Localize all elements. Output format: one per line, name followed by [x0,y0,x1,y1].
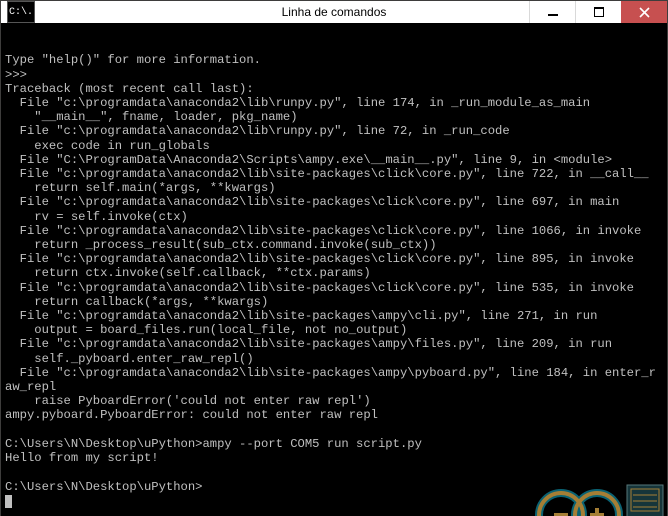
terminal-line: File "c:\programdata\anaconda2\lib\site-… [5,281,634,295]
terminal-line: File "c:\programdata\anaconda2\lib\site-… [5,309,597,323]
command-prompt-window: C:\. Linha de comandos Type "help()" for… [0,0,668,516]
terminal-line: self._pyboard.enter_raw_repl() [5,352,254,366]
terminal-line: return callback(*args, **kwargs) [5,295,268,309]
window-title: Linha de comandos [282,5,387,19]
terminal-line: exec code in run_globals [5,139,210,153]
terminal-line: return self.main(*args, **kwargs) [5,181,276,195]
terminal-line: C:\Users\N\Desktop\uPython>ampy --port C… [5,437,422,451]
terminal-line: return _process_result(sub_ctx.command.i… [5,238,437,252]
close-button[interactable] [621,1,667,23]
terminal-output[interactable]: Type "help()" for more information. >>> … [1,23,667,516]
terminal-line: File "c:\programdata\anaconda2\lib\site-… [5,337,612,351]
terminal-line: File "c:\programdata\anaconda2\lib\site-… [5,224,641,238]
terminal-line: File "c:\programdata\anaconda2\lib\site-… [5,195,619,209]
terminal-line: File "c:\programdata\anaconda2\lib\runpy… [5,96,590,110]
titlebar[interactable]: C:\. Linha de comandos [1,1,667,23]
terminal-line: >>> [5,68,27,82]
terminal-line: raise PyboardError('could not enter raw … [5,394,371,408]
terminal-line: output = board_files.run(local_file, not… [5,323,407,337]
terminal-line: return ctx.invoke(self.callback, **ctx.p… [5,266,371,280]
terminal-line: rv = self.invoke(ctx) [5,210,188,224]
terminal-line: File "c:\programdata\anaconda2\lib\runpy… [5,124,510,138]
app-icon: C:\. [7,1,35,23]
terminal-line: Hello from my script! [5,451,159,465]
terminal-line: File "c:\programdata\anaconda2\lib\site-… [5,252,634,266]
window-controls [529,1,667,23]
terminal-line: ampy.pyboard.PyboardError: could not ent… [5,408,378,422]
terminal-line: File "c:\programdata\anaconda2\lib\site-… [5,366,656,394]
terminal-line: Type "help()" for more information. [5,53,261,67]
cursor [5,495,12,508]
terminal-line: C:\Users\N\Desktop\uPython> [5,480,202,494]
minimize-button[interactable] [529,1,575,23]
terminal-line: Traceback (most recent call last): [5,82,254,96]
terminal-line: File "C:\ProgramData\Anaconda2\Scripts\a… [5,153,612,167]
terminal-line: "__main__", fname, loader, pkg_name) [5,110,298,124]
terminal-line: File "c:\programdata\anaconda2\lib\site-… [5,167,649,181]
maximize-button[interactable] [575,1,621,23]
